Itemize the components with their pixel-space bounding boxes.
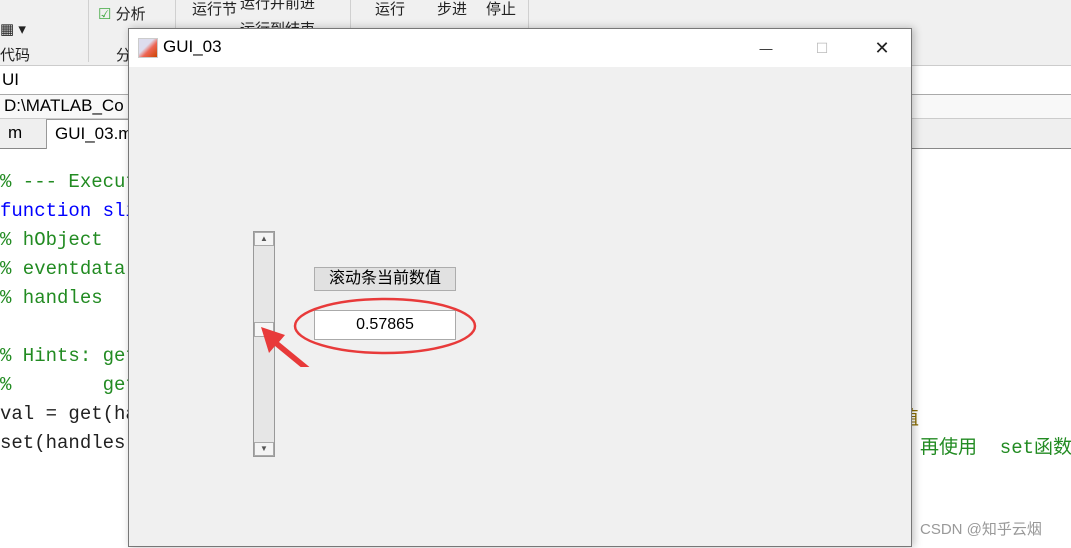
tab-label: m <box>8 123 23 142</box>
title-bar[interactable]: GUI_03 — ☐ ✕ <box>129 29 911 67</box>
divider <box>88 0 89 62</box>
slider-down-arrow-icon[interactable]: ▼ <box>254 442 274 456</box>
tab-m[interactable]: m ✕ <box>0 119 46 161</box>
close-icon: ✕ <box>874 37 890 58</box>
code-line: % --- Execut <box>0 171 137 193</box>
highlight-ellipse <box>293 297 477 355</box>
close-button[interactable]: ✕ <box>859 29 905 67</box>
code-line: function sli <box>0 200 137 222</box>
tab-label: GUI_03.m <box>55 124 133 143</box>
analyze-label: 分析 <box>115 6 146 23</box>
step-button[interactable]: 步进 <box>437 0 467 19</box>
slider-up-arrow-icon[interactable]: ▲ <box>254 232 274 246</box>
watermark: CSDN @知乎云烟 <box>920 521 1042 538</box>
code-group-label: 代码 <box>0 47 31 64</box>
code-line: % hObject <box>0 229 103 251</box>
analyze-button[interactable]: ☑ 分析 <box>98 3 146 24</box>
code-line: % Hints: get <box>0 345 137 367</box>
run-section-button[interactable]: 运行节 <box>192 0 237 19</box>
figure-canvas: ▲ ▼ 滚动条当前数值 0.57865 <box>129 67 911 548</box>
analyze-icon: ☑ <box>98 6 112 23</box>
minimize-icon: — <box>759 40 773 56</box>
maximize-icon: ☐ <box>815 39 829 56</box>
code-line: % handles <box>0 287 103 309</box>
run-advance-button[interactable]: 运行并前进 <box>240 0 315 13</box>
stop-button[interactable]: 停止 <box>486 0 516 19</box>
code-fragment: 再使用 set函数 <box>920 437 1071 459</box>
run-button[interactable]: 运行 <box>375 0 405 19</box>
code-line: % get <box>0 374 137 396</box>
annotation-overlay <box>261 297 477 367</box>
code-line: val = get(ha <box>0 403 137 425</box>
matlab-logo-icon <box>138 38 158 58</box>
window-title: GUI_03 <box>163 37 222 56</box>
arrow-icon <box>261 327 310 367</box>
code-line: % eventdata <box>0 258 126 280</box>
figure-window: GUI_03 — ☐ ✕ ▲ ▼ 滚动条当前数值 0.57865 <box>128 28 912 547</box>
minimize-button[interactable]: — <box>743 29 789 67</box>
code-line: set(handles. <box>0 432 137 454</box>
toolbar-icon[interactable]: ▦ ▾ <box>0 20 26 38</box>
maximize-button[interactable]: ☐ <box>799 29 845 67</box>
